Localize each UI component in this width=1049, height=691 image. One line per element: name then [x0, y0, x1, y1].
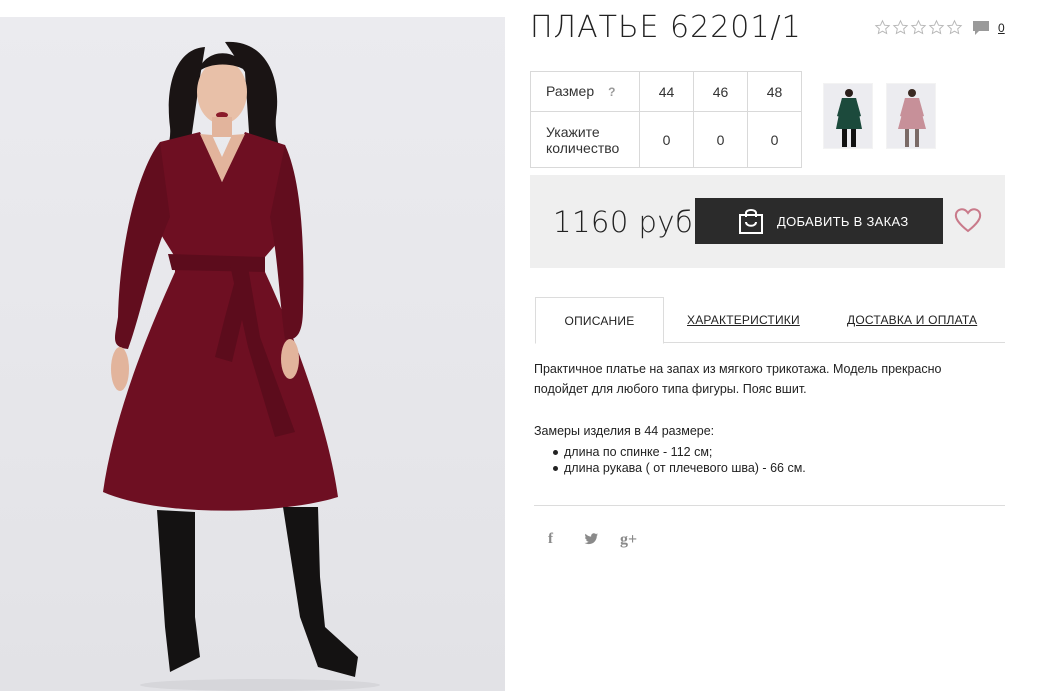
divider	[534, 505, 1005, 506]
tab-description[interactable]: ОПИСАНИЕ	[535, 297, 664, 344]
twitter-icon[interactable]	[583, 531, 599, 547]
star-icon[interactable]	[910, 19, 927, 36]
comment-icon[interactable]	[972, 20, 990, 36]
size-label: Размер	[546, 83, 595, 99]
add-to-order-label: ДОБАВИТЬ В ЗАКАЗ	[777, 213, 909, 229]
product-title: ПЛАТЬЕ 62201/1	[530, 10, 802, 45]
measurements-list: длина по спинке - 112 см; длина рукава (…	[553, 444, 806, 476]
product-photo	[0, 17, 505, 691]
google-plus-icon[interactable]: g+	[620, 531, 637, 549]
size-46: 46	[693, 71, 748, 112]
green-dress-thumbnail-image	[836, 89, 862, 147]
size-quantity-table: Размер? 44 46 48 Укажите количество 0 0 …	[530, 71, 802, 168]
star-icon[interactable]	[874, 19, 891, 36]
price: 1160 руб	[553, 205, 694, 239]
star-icon[interactable]	[928, 19, 945, 36]
measurement-item: длина рукава ( от плечевого шва) - 66 см…	[553, 461, 806, 475]
star-icon[interactable]	[946, 19, 963, 36]
green-dress-thumbnail[interactable]	[823, 83, 873, 149]
shopping-bag-icon	[739, 209, 763, 234]
add-to-order-button[interactable]: ДОБАВИТЬ В ЗАКАЗ	[695, 198, 943, 244]
pink-dress-thumbnail-image	[898, 89, 926, 147]
quantity-input-44[interactable]: 0	[639, 111, 694, 168]
tab-characteristics[interactable]: ХАРАКТЕРИСТИКИ	[687, 297, 800, 343]
quantity-input-46[interactable]: 0	[693, 111, 748, 168]
star-icon[interactable]	[892, 19, 909, 36]
size-48: 48	[747, 71, 802, 112]
size-label-cell: Размер?	[530, 71, 640, 112]
size-44: 44	[639, 71, 694, 112]
purchase-panel: 1160 руб ДОБАВИТЬ В ЗАКАЗ	[530, 175, 1005, 268]
tab-delivery-payment[interactable]: ДОСТАВКА И ОПЛАТА	[847, 297, 977, 343]
size-help-icon[interactable]: ?	[608, 85, 615, 99]
comments-count-link[interactable]: 0	[998, 21, 1005, 35]
description-text: Практичное платье на запах из мягкого тр…	[534, 362, 942, 396]
measurements-title: Замеры изделия в 44 размере:	[534, 424, 715, 438]
measurement-item: длина по спинке - 112 см;	[553, 444, 806, 460]
quantity-input-48[interactable]: 0	[747, 111, 802, 168]
quantity-label: Укажите количество	[530, 111, 640, 168]
heart-icon[interactable]	[954, 207, 982, 233]
dress-photo-illustration	[103, 41, 380, 691]
pink-dress-thumbnail[interactable]	[886, 83, 936, 149]
product-tabs: ОПИСАНИЕ ХАРАКТЕРИСТИКИ ДОСТАВКА И ОПЛАТ…	[535, 297, 1005, 344]
rating-stars[interactable]	[874, 19, 963, 36]
facebook-icon[interactable]: f	[548, 531, 553, 548]
